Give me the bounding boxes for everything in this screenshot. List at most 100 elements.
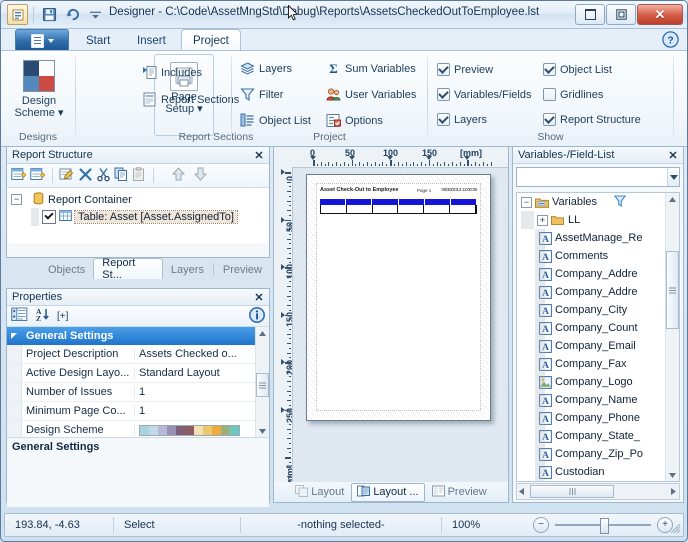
options-button[interactable]: Options [326, 113, 383, 128]
layers-button[interactable]: Layers [240, 61, 292, 76]
zoom-slider-track[interactable] [555, 518, 651, 534]
checkbox-variables-fields[interactable]: Variables/Fields [437, 88, 531, 101]
properties-group-header[interactable]: General Settings [7, 327, 269, 345]
zoom-slider-thumb[interactable] [600, 518, 609, 534]
sort-alphabetical-icon[interactable]: AZ [35, 307, 50, 325]
scroll-down-icon[interactable] [256, 425, 269, 437]
tab-insert[interactable]: Insert [126, 30, 177, 51]
object-list-button[interactable]: Object List [240, 113, 311, 128]
property-value[interactable]: Assets Checked o... [134, 348, 269, 360]
help-icon[interactable]: ? [662, 31, 679, 48]
tab-report-structure[interactable]: Report St... [93, 257, 163, 281]
delete-icon[interactable] [78, 167, 93, 185]
checkbox-report-structure[interactable]: Report Structure [543, 113, 641, 126]
variables-item[interactable]: + LL [517, 211, 679, 229]
scrollbar-thumb[interactable] [530, 485, 614, 498]
variables-item[interactable]: A Company_Addre [517, 265, 679, 283]
variables-item[interactable]: A Company_Phone [517, 409, 679, 427]
variables-item[interactable]: A Comments [517, 247, 679, 265]
cut-icon[interactable] [96, 167, 111, 185]
chevron-down-icon[interactable] [667, 168, 679, 186]
tree-row-table-asset[interactable]: Table: Asset [Asset.AssignedTo] [11, 207, 269, 226]
checkbox-layers[interactable]: Layers [437, 113, 487, 126]
filter-funnel-icon[interactable] [613, 194, 627, 210]
property-row-minimum-page-count[interactable]: Minimum Page Co... 1 [7, 402, 269, 421]
categorized-view-icon[interactable] [11, 307, 28, 325]
scroll-right-icon[interactable] [671, 486, 676, 498]
report-page[interactable]: Asset Check-Out to Employee Page 1 09/30… [306, 174, 491, 421]
design-scheme-button[interactable]: Design Scheme ▾ [13, 60, 65, 119]
variables-item[interactable]: A Company_Name [517, 391, 679, 409]
variables-item[interactable]: Company_Logo [517, 373, 679, 391]
variables-item[interactable]: A Company_Email [517, 337, 679, 355]
expand-all-button[interactable]: [+] [57, 311, 68, 322]
includes-button[interactable]: Includes [142, 65, 202, 80]
properties-icon[interactable] [59, 167, 75, 185]
undo-icon[interactable] [62, 5, 82, 24]
tab-objects[interactable]: Objects [40, 261, 93, 279]
variables-filter-input[interactable] [517, 171, 667, 183]
table-asset-checkbox[interactable] [42, 209, 56, 224]
new-report-container-icon[interactable] [11, 167, 27, 185]
variables-item[interactable]: A Company_City [517, 301, 679, 319]
variables-item[interactable]: A AssetManage_Re [517, 229, 679, 247]
new-element-icon[interactable] [30, 167, 46, 185]
scrollbar-thumb[interactable] [256, 373, 269, 397]
minimize-button[interactable] [575, 4, 605, 25]
close-icon[interactable]: ✕ [666, 148, 680, 162]
variables-horizontal-scrollbar[interactable] [516, 483, 680, 500]
variables-item[interactable]: End_Date [517, 481, 679, 482]
property-row-number-of-issues[interactable]: Number of Issues 1 [7, 383, 269, 402]
variables-tree-root[interactable]: − Variables [517, 193, 679, 211]
group-expander-icon[interactable] [7, 327, 21, 345]
close-icon[interactable]: ✕ [252, 148, 266, 162]
page-number-object[interactable]: Page 1 [417, 188, 431, 193]
resize-grip[interactable] [670, 523, 681, 534]
tree-row-report-container[interactable]: − Report Container [11, 191, 269, 208]
table-data-row[interactable] [320, 205, 477, 214]
property-value[interactable]: 1 [134, 386, 269, 398]
checkbox-object-list[interactable]: Object List [543, 63, 612, 76]
scroll-down-icon[interactable] [666, 469, 679, 481]
application-menu-button[interactable] [15, 29, 69, 52]
save-icon[interactable] [39, 5, 59, 24]
variables-item[interactable]: A Company_Fax [517, 355, 679, 373]
expander-icon[interactable]: − [521, 196, 532, 208]
view-tab-layout[interactable]: Layout [290, 484, 349, 501]
variables-item[interactable]: A Company_State_ [517, 427, 679, 445]
expander-icon[interactable]: + [537, 214, 548, 226]
variables-item[interactable]: A Company_Count [517, 319, 679, 337]
report-sections-button[interactable]: Report Sections [142, 92, 239, 107]
tab-project[interactable]: Project [181, 29, 241, 52]
variables-vertical-scrollbar[interactable] [665, 193, 679, 481]
tab-layers[interactable]: Layers [163, 261, 212, 279]
user-variables-button[interactable]: User Variables [326, 87, 416, 102]
customize-qat-icon[interactable] [85, 5, 105, 24]
variables-item[interactable]: A Company_Zip_Po [517, 445, 679, 463]
design-canvas[interactable]: Asset Check-Out to Employee Page 1 09/30… [293, 168, 508, 502]
scroll-up-icon[interactable] [666, 193, 679, 205]
properties-scrollbar[interactable] [255, 327, 269, 437]
view-tab-layout-preview[interactable]: Layout ... [351, 482, 425, 502]
date-object[interactable]: 09/30/2013 12:00:00 [441, 187, 477, 192]
property-row-active-design-layout[interactable]: Active Design Layo... Standard Layout [7, 364, 269, 383]
zoom-out-button[interactable]: − [533, 517, 549, 533]
variables-filter-combobox[interactable] [516, 167, 680, 187]
report-title-object[interactable]: Asset Check-Out to Employee [320, 187, 399, 193]
tab-preview[interactable]: Preview [215, 261, 270, 279]
scrollbar-thumb[interactable] [666, 251, 679, 329]
variables-item[interactable]: A Company_Addre [517, 283, 679, 301]
expander-icon[interactable]: − [11, 194, 22, 205]
filter-button[interactable]: Filter [240, 87, 283, 102]
property-value[interactable]: Standard Layout [134, 367, 269, 379]
info-icon[interactable] [249, 306, 265, 326]
sum-variables-button[interactable]: Σ Sum Variables [326, 61, 415, 76]
property-row-project-description[interactable]: Project Description Assets Checked o... [7, 345, 269, 364]
view-tab-preview[interactable]: Preview [427, 484, 492, 501]
variables-tree[interactable]: − Variables + LL A AssetManage_Re A Comments A… [516, 192, 680, 482]
maximize-button[interactable] [606, 4, 636, 25]
variables-item[interactable]: A Custodian [517, 463, 679, 481]
close-icon[interactable]: ✕ [252, 290, 266, 304]
tab-start[interactable]: Start [75, 30, 121, 51]
checkbox-gridlines[interactable]: Gridlines [543, 88, 603, 101]
